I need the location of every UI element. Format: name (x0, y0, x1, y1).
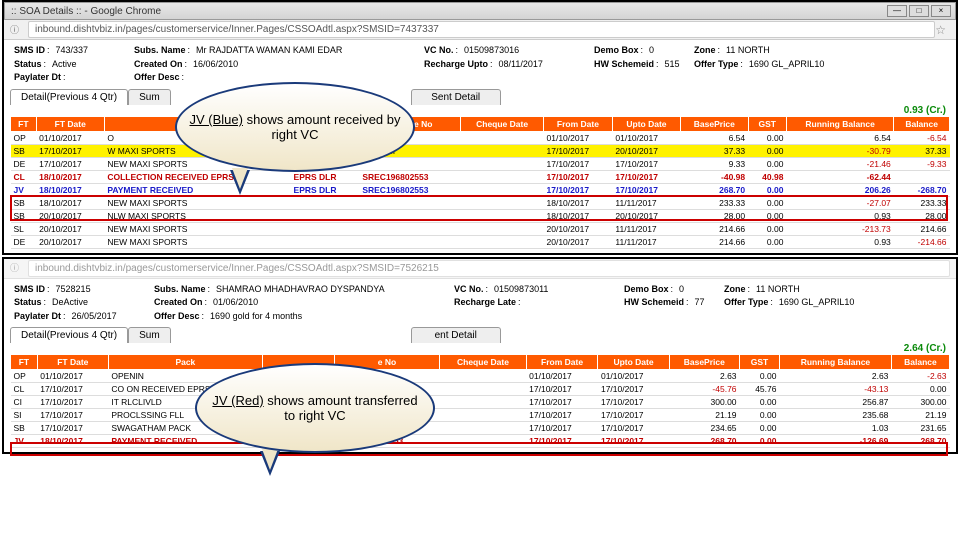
col-header: FT (11, 116, 37, 131)
col-header: Running Balance (779, 355, 891, 370)
credit-amount-1: 0.93 (Cr.) (4, 105, 956, 116)
customer-info-2: SMS ID:7528215 Subs. Name:SHAMRAO MHADHA… (4, 279, 956, 326)
col-header: Cheque Date (461, 116, 544, 131)
customer-info-1: SMS ID:743/337 Subs. Name:Mr RAJDATTA WA… (4, 40, 956, 87)
tab-sent-2[interactable]: ent Detail (411, 327, 501, 343)
col-header: GST (748, 116, 786, 131)
tabs-2: Detail(Previous 4 Qtr) Sum ent Detail (4, 325, 956, 343)
lbl-subs: Subs. Name (134, 44, 186, 58)
table-row[interactable]: JV18/10/2017PAYMENT RECEIVEDEPRS DLRSREC… (11, 183, 950, 196)
tab-sum-2[interactable]: Sum (128, 327, 171, 343)
tab-sum[interactable]: Sum (128, 89, 171, 105)
window-title: :: SOA Details :: - Google Chrome (11, 6, 161, 17)
table-row[interactable]: CL17/10/2017CO ON RECEIVED EPRSEPRS DLRS… (11, 383, 950, 396)
table-row[interactable]: JV18/10/2017PAYMENT RECEIVEDEPRS DLRSREC… (11, 435, 950, 448)
soa-table-1: FTFT DatePaCheque NoCheque DateFrom Date… (10, 116, 950, 249)
table-row[interactable]: DE20/10/2017NEW MAXI SPORTS20/10/201711/… (11, 235, 950, 248)
col-header: From Date (544, 116, 613, 131)
col-header: Balance (894, 116, 950, 131)
callout-blue: JV (Blue) shows amount received by right… (175, 82, 415, 172)
table-row[interactable]: OP01/10/2017OPENIN01/10/201701/10/20172.… (11, 370, 950, 383)
tab-sent[interactable]: Sent Detail (411, 89, 501, 105)
col-header: BasePrice (669, 355, 739, 370)
table-row[interactable]: SB20/10/2017NLW MAXI SPORTS18/10/201720/… (11, 209, 950, 222)
table-row[interactable]: OP01/10/2017O01/10/201701/10/20176.540.0… (11, 131, 950, 144)
table-row[interactable]: SB17/10/2017W MAXI SPORTSPay later17/10/… (11, 144, 950, 157)
table-row[interactable]: CL18/10/2017COLLECTION RECEIVED EPRSEPRS… (11, 170, 950, 183)
info-icon: ⓘ (10, 261, 24, 275)
info-icon: ⓘ (10, 23, 24, 37)
col-header: From Date (526, 355, 598, 370)
address-bar-2: ⓘ inbound.dishtvbiz.in/pages/customerser… (4, 259, 956, 279)
table-row[interactable]: SL20/10/2017NEW MAXI SPORTS20/10/201711/… (11, 222, 950, 235)
col-header: Pack (108, 355, 262, 370)
url-field-2[interactable]: inbound.dishtvbiz.in/pages/customerservi… (28, 260, 950, 277)
soa-table-2: FTFT DatePacke NoCheque DateFrom DateUpt… (10, 354, 950, 448)
address-bar: ⓘ inbound.dishtvbiz.in/pages/customerser… (4, 20, 956, 40)
table-row[interactable]: SB18/10/2017NEW MAXI SPORTS18/10/201711/… (11, 196, 950, 209)
col-header: Upto Date (598, 355, 669, 370)
col-header: Running Balance (786, 116, 893, 131)
title-bar: :: SOA Details :: - Google Chrome — □ × (4, 2, 956, 20)
col-header: Balance (891, 355, 949, 370)
col-header: BasePrice (681, 116, 749, 131)
col-header: Upto Date (612, 116, 680, 131)
tab-detail-2[interactable]: Detail(Previous 4 Qtr) (10, 327, 128, 343)
lbl-demo: Demo Box (594, 44, 639, 58)
table-row[interactable]: SB17/10/2017SWAGATHAM PACK17/10/201717/1… (11, 422, 950, 435)
col-header: FT Date (37, 355, 108, 370)
tab-detail[interactable]: Detail(Previous 4 Qtr) (10, 89, 128, 105)
close-button[interactable]: × (931, 5, 951, 17)
col-header: Cheque Date (440, 355, 526, 370)
tabs-1: Detail(Previous 4 Qtr) Sum Sent Detail (4, 87, 956, 105)
col-header: FT (11, 355, 38, 370)
url-field[interactable]: inbound.dishtvbiz.in/pages/customerservi… (28, 21, 935, 38)
table-row[interactable]: DE17/10/2017NEW MAXI SPORTS17/10/201717/… (11, 157, 950, 170)
col-header: GST (740, 355, 780, 370)
table-row[interactable]: CI17/10/2017IT RLCLIVLDEPRS DLRSREC19680… (11, 396, 950, 409)
callout-red: JV (Red) shows amount transferred to rig… (195, 363, 435, 453)
lbl-zone: Zone (694, 44, 716, 58)
bookmark-icon[interactable]: ☆ (935, 23, 946, 37)
maximize-button[interactable]: □ (909, 5, 929, 17)
lbl-vc: VC No. (424, 44, 454, 58)
table-row[interactable]: SI17/10/2017PROCLSSING FLL17/10/201717/1… (11, 409, 950, 422)
lbl-smsid: SMS ID (14, 44, 45, 58)
minimize-button[interactable]: — (887, 5, 907, 17)
col-header: FT Date (36, 116, 104, 131)
credit-amount-2: 2.64 (Cr.) (4, 343, 956, 354)
